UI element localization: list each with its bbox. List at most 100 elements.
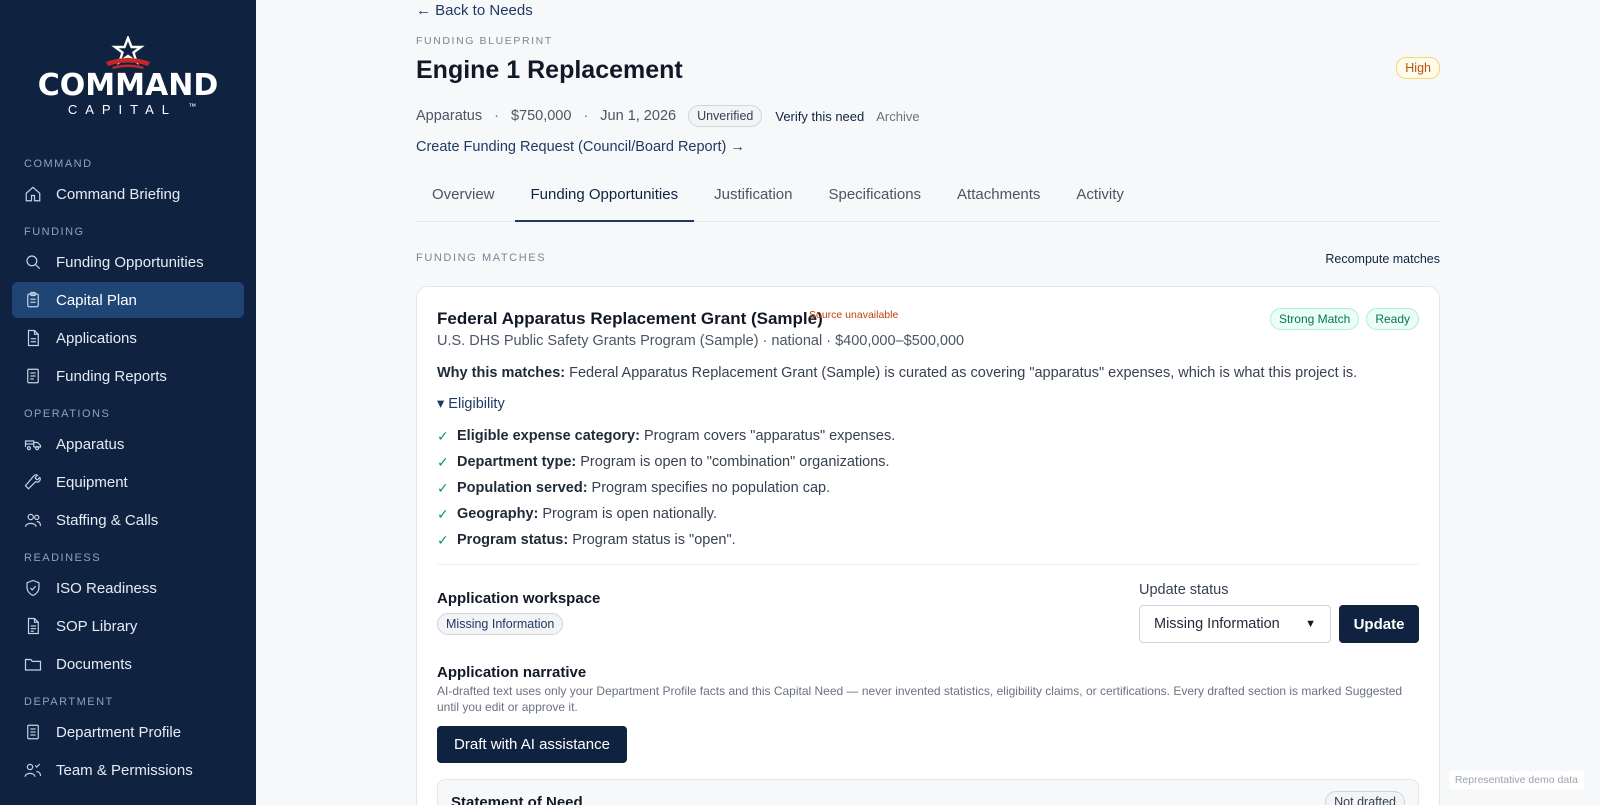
- update-status-select[interactable]: Missing Information ▼: [1139, 605, 1331, 643]
- eligibility-list: ✓ Eligible expense category: Program cover…: [437, 423, 895, 553]
- sidebar-item-documents[interactable]: Documents: [12, 646, 244, 682]
- check-icon: ✓: [437, 427, 449, 444]
- narrative-title: Application narrative: [437, 664, 587, 681]
- nav-section-operations: OPERATIONS: [24, 408, 111, 420]
- sidebar-item-apparatus[interactable]: Apparatus: [12, 426, 244, 462]
- wrench-icon: [24, 474, 41, 490]
- sidebar-item-applications[interactable]: Applications: [12, 320, 244, 356]
- workspace-title: Application workspace: [437, 590, 601, 607]
- funding-matches-label: FUNDING MATCHES: [416, 252, 547, 264]
- sidebar-item-label: Funding Reports: [56, 367, 167, 385]
- brand-sub: CAPITAL ™: [67, 102, 197, 117]
- sidebar-nav: COMMAND Command Briefing FUNDING Funding…: [12, 158, 244, 790]
- sidebar-item-label: Command Briefing: [56, 185, 181, 203]
- folder-icon: [24, 658, 42, 671]
- nav-section-department: DEPARTMENT: [24, 696, 114, 708]
- priority-badge: High: [1396, 57, 1440, 79]
- sidebar-item-label: Apparatus: [56, 435, 125, 453]
- shield-check-icon: [26, 579, 40, 597]
- recompute-matches-button[interactable]: Recompute matches: [1325, 252, 1440, 266]
- check-icon: ✓: [437, 531, 449, 548]
- book-icon: [27, 617, 39, 635]
- blueprint-tabs: Overview Funding Opportunities Justifica…: [416, 178, 1440, 222]
- meta-separator: ·: [583, 108, 589, 124]
- section-status-badge: Not drafted: [1325, 791, 1405, 805]
- sidebar-item-label: Documents: [56, 655, 132, 673]
- source-unavailable-flag: Source unavailable: [809, 309, 899, 321]
- users-icon: [24, 513, 42, 527]
- sidebar-item-label: Team & Permissions: [56, 761, 193, 779]
- eligibility-item: ✓ Eligible expense category: Program cover…: [437, 427, 896, 445]
- sidebar-item-label: Funding Opportunities: [56, 253, 204, 271]
- sidebar: COMMAND CAPITAL ™ COMMAND Command Briefi…: [0, 0, 256, 805]
- star-logo-icon: [106, 36, 150, 69]
- nav-section-command: COMMAND: [24, 158, 93, 170]
- eligibility-item: ✓ Program status: Program status is "open"…: [437, 531, 736, 549]
- sidebar-item-label: ISO Readiness: [56, 579, 157, 597]
- check-icon: ✓: [437, 505, 449, 522]
- eligibility-item: ✓ Population served: Program specifies no …: [437, 479, 831, 497]
- check-icon: ✓: [437, 479, 449, 496]
- document-icon: [27, 329, 39, 347]
- tab-attachments[interactable]: Attachments: [941, 178, 1056, 222]
- narrative-description: AI-drafted text uses only your Departmen…: [437, 684, 1403, 714]
- tab-funding-opportunities[interactable]: Funding Opportunities: [514, 178, 695, 222]
- sidebar-item-staffing-calls[interactable]: Staffing & Calls: [12, 502, 244, 538]
- nav-section-funding: FUNDING: [24, 226, 85, 238]
- sidebar-item-command-briefing[interactable]: Command Briefing: [12, 176, 244, 212]
- card-divider: [437, 564, 1419, 565]
- truck-icon: [24, 440, 42, 451]
- sidebar-item-label: SOP Library: [56, 617, 138, 635]
- update-button[interactable]: Update: [1339, 605, 1419, 643]
- brand-name: COMMAND: [37, 68, 219, 103]
- workspace-status-badge: Missing Information: [437, 613, 564, 635]
- sidebar-item-funding-opportunities[interactable]: Funding Opportunities: [12, 244, 244, 280]
- tab-activity[interactable]: Activity: [1060, 178, 1140, 222]
- team-icon: [24, 763, 42, 777]
- sidebar-item-label: Staffing & Calls: [56, 511, 159, 529]
- nav-section-readiness: READINESS: [24, 552, 102, 564]
- eligibility-item: ✓ Department type: Program is open to "com…: [437, 453, 890, 471]
- tab-justification[interactable]: Justification: [698, 178, 808, 222]
- meta-separator: ·: [494, 108, 499, 124]
- match-badges: Strong Match Ready: [1263, 308, 1419, 330]
- archive-link[interactable]: Archive: [876, 109, 919, 124]
- selected-status: Missing Information: [1154, 616, 1280, 632]
- sidebar-item-label: Department Profile: [56, 723, 182, 741]
- create-funding-request-link[interactable]: Create Funding Request (Council/Board Re…: [416, 139, 745, 155]
- chevron-down-icon: ▼: [1305, 618, 1316, 630]
- eligibility-item: ✓ Geography: Program is open nationally.: [437, 505, 718, 523]
- verify-need-link[interactable]: Verify this need: [775, 109, 864, 124]
- eligibility-toggle[interactable]: ▾ Eligibility: [437, 396, 505, 412]
- sidebar-item-iso-readiness[interactable]: ISO Readiness: [12, 570, 244, 606]
- meta-amount: $750,000: [510, 108, 572, 124]
- sidebar-item-label: Applications: [56, 329, 137, 347]
- tab-overview[interactable]: Overview: [416, 178, 511, 222]
- tab-specifications[interactable]: Specifications: [812, 178, 937, 222]
- profile-doc-icon: [27, 724, 39, 740]
- check-icon: ✓: [437, 453, 449, 470]
- sidebar-item-label: Capital Plan: [56, 291, 137, 309]
- sidebar-item-capital-plan[interactable]: Capital Plan: [12, 282, 244, 318]
- sidebar-item-label: Equipment: [56, 473, 128, 491]
- grant-title[interactable]: Federal Apparatus Replacement Grant (Sam…: [437, 309, 823, 329]
- report-icon: [27, 368, 39, 384]
- draft-with-ai-button[interactable]: Draft with AI assistance: [437, 726, 627, 763]
- funding-match-card: Federal Apparatus Replacement Grant (Sam…: [416, 286, 1440, 805]
- search-icon: [26, 255, 41, 270]
- ready-badge: Ready: [1366, 308, 1419, 330]
- sidebar-item-funding-reports[interactable]: Funding Reports: [12, 358, 244, 394]
- sidebar-item-sop-library[interactable]: SOP Library: [12, 608, 244, 644]
- meta-date: Jun 1, 2026: [600, 108, 677, 124]
- home-icon: [25, 186, 41, 202]
- need-meta: Apparatus · $750,000 · Jun 1, 2026 Unver…: [416, 105, 920, 127]
- brand-logo[interactable]: COMMAND CAPITAL ™: [0, 36, 256, 117]
- page-title: Engine 1 Replacement: [416, 56, 683, 84]
- sidebar-item-team-permissions[interactable]: Team & Permissions: [12, 752, 244, 788]
- demo-data-note: Representative demo data: [1448, 771, 1584, 789]
- back-to-needs-link[interactable]: ← Back to Needs: [416, 2, 533, 19]
- sidebar-item-department-profile[interactable]: Department Profile: [12, 714, 244, 750]
- sidebar-item-equipment[interactable]: Equipment: [12, 464, 244, 500]
- narrative-section-card: Statement of Need Not drafted: [437, 779, 1419, 805]
- why-this-matches: Why this matches: Federal Apparatus Repl…: [437, 365, 1358, 381]
